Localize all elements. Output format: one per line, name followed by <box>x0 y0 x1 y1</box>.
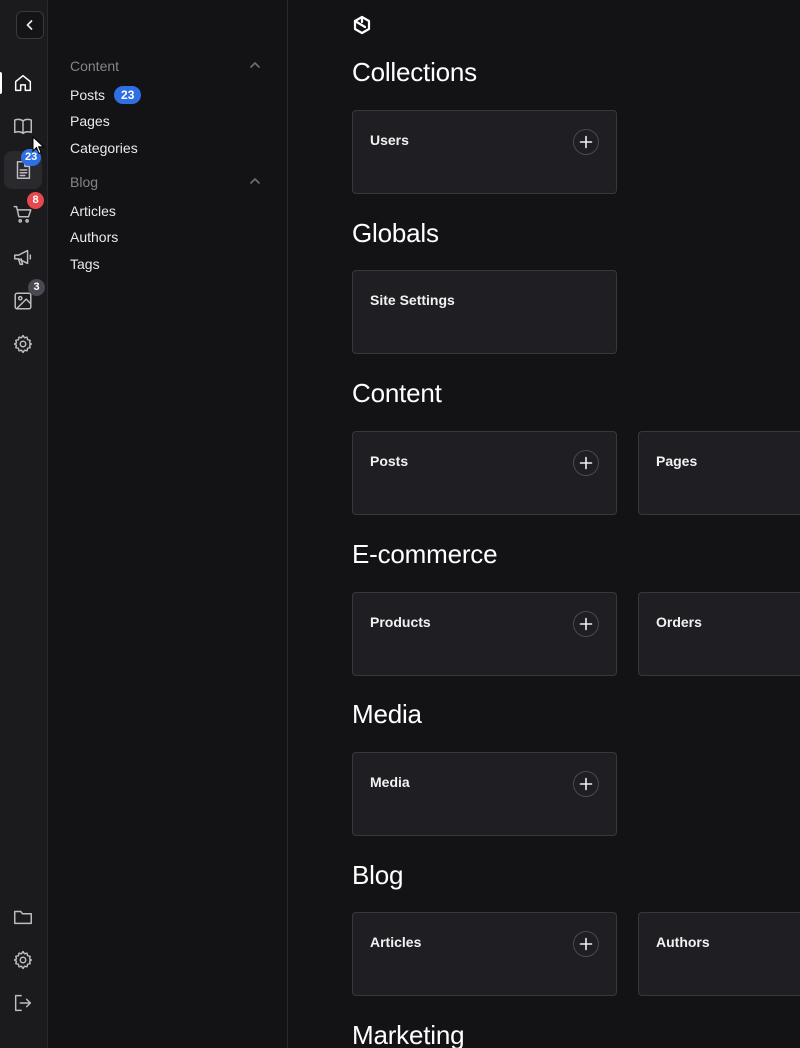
nav-item-pages[interactable]: Pages <box>70 113 110 129</box>
nav-item-label: Articles <box>70 203 116 219</box>
active-indicator <box>0 72 2 94</box>
collection-card-products[interactable]: Products <box>352 592 617 676</box>
rail-logout-button[interactable] <box>4 984 42 1022</box>
collection-card-posts[interactable]: Posts <box>352 431 617 515</box>
card-label: Site Settings <box>370 292 455 308</box>
nav-item-posts[interactable]: Posts 23 <box>70 86 142 104</box>
rail-account-settings-button[interactable] <box>4 941 42 979</box>
add-products-button[interactable] <box>573 611 599 637</box>
card-label: Articles <box>370 934 422 950</box>
rail-settings-button[interactable] <box>4 325 42 363</box>
collection-card-users[interactable]: Users <box>352 110 617 194</box>
collection-card-authors[interactable]: Authors <box>638 912 800 996</box>
nav-group-title[interactable]: Blog <box>70 174 98 190</box>
card-label: Posts <box>370 453 409 469</box>
plus-icon <box>579 777 593 791</box>
add-media-button[interactable] <box>573 771 599 797</box>
plus-icon <box>579 456 593 470</box>
section-title-marketing: Marketing <box>352 1020 465 1048</box>
rail-marketing-button[interactable] <box>4 238 42 276</box>
collection-card-pages[interactable]: Pages <box>638 431 800 515</box>
plus-icon <box>579 135 593 149</box>
mouse-pointer-icon <box>32 136 45 155</box>
card-label: Orders <box>656 614 702 630</box>
global-card-site-settings[interactable]: Site Settings <box>352 270 617 354</box>
plus-icon <box>579 617 593 631</box>
add-users-button[interactable] <box>573 129 599 155</box>
chevron-up-icon[interactable] <box>248 174 262 188</box>
card-label: Authors <box>656 934 710 950</box>
gear-icon <box>13 334 33 354</box>
card-label: Products <box>370 614 431 630</box>
nav-item-label: Posts <box>70 87 106 103</box>
book-icon <box>14 118 32 135</box>
section-title-content: Content <box>352 378 442 408</box>
megaphone-icon <box>14 249 32 266</box>
collection-card-media[interactable]: Media <box>352 752 617 836</box>
card-label: Media <box>370 774 410 790</box>
settings-icon <box>13 950 33 970</box>
nav-item-label: Tags <box>70 256 100 272</box>
nav-item-label: Categories <box>70 140 138 156</box>
nav-group-title[interactable]: Content <box>70 58 119 74</box>
section-title-blog: Blog <box>352 860 404 890</box>
nav-item-articles[interactable]: Articles <box>70 203 116 219</box>
collapse-sidebar-button[interactable] <box>16 11 44 39</box>
nav-item-authors[interactable]: Authors <box>70 229 118 245</box>
collection-card-articles[interactable]: Articles <box>352 912 617 996</box>
plus-icon <box>579 937 593 951</box>
chevron-left-icon <box>26 20 33 30</box>
folder-icon <box>14 910 32 925</box>
add-posts-button[interactable] <box>573 450 599 476</box>
home-icon <box>14 74 32 92</box>
section-title-ecommerce: E-commerce <box>352 539 498 569</box>
rail-files-button[interactable] <box>4 898 42 936</box>
rail-home-button[interactable] <box>4 64 42 102</box>
nav-item-tags[interactable]: Tags <box>70 256 100 272</box>
card-label: Pages <box>656 453 698 469</box>
nav-item-categories[interactable]: Categories <box>70 140 138 156</box>
section-title-media: Media <box>352 699 422 729</box>
add-articles-button[interactable] <box>573 931 599 957</box>
rail-ecommerce-badge: 8 <box>27 192 44 209</box>
logo-icon <box>352 15 372 35</box>
section-title-collections: Collections <box>352 57 477 87</box>
section-title-globals: Globals <box>352 218 439 248</box>
collection-card-orders[interactable]: Orders <box>638 592 800 676</box>
card-label: Users <box>370 132 409 148</box>
chevron-up-icon[interactable] <box>248 58 262 72</box>
nav-item-count-badge: 23 <box>114 86 142 104</box>
rail-media-badge: 3 <box>28 279 45 296</box>
nav-item-label: Pages <box>70 113 110 129</box>
nav-item-label: Authors <box>70 229 119 245</box>
sub-navigation: Content Posts 23 Pages Categories Blog A… <box>49 0 288 1048</box>
icon-rail: 23 8 3 <box>0 0 48 1048</box>
logout-icon <box>14 994 32 1012</box>
